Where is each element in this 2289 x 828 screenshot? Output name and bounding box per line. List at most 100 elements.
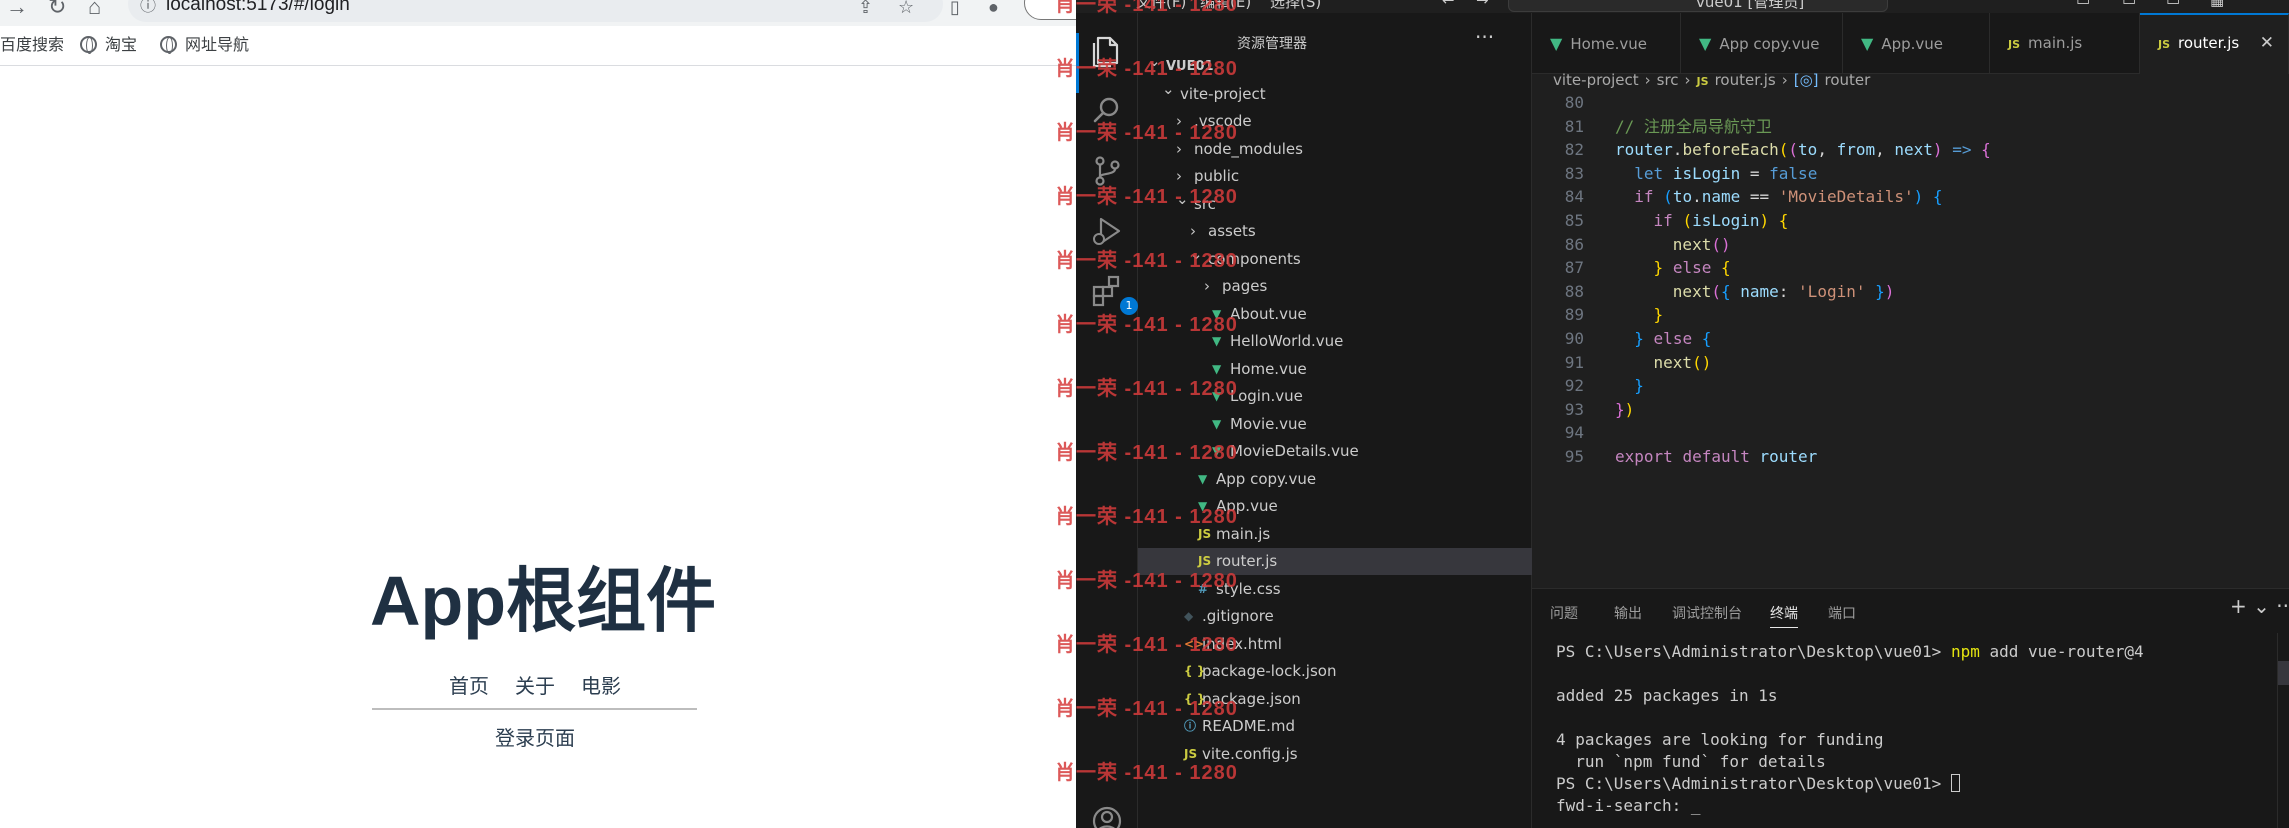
tree-item[interactable]: ▼ Home.vue xyxy=(1138,356,1532,383)
menu-selection[interactable]: 选择(S) xyxy=(1270,0,1321,12)
line-number: 90 xyxy=(1564,329,1584,348)
source-control-icon[interactable] xyxy=(1089,153,1125,189)
account-icon[interactable] xyxy=(1089,803,1125,828)
tree-item[interactable]: { } package.json xyxy=(1138,686,1532,713)
tree-item[interactable]: ⓘ README.md xyxy=(1138,713,1532,740)
code-line: 90 } else { xyxy=(1532,327,2289,351)
tree-item[interactable]: ▼ MovieDetails.vue xyxy=(1138,438,1532,465)
line-number: 88 xyxy=(1564,281,1584,301)
tree-item[interactable]: › public xyxy=(1138,163,1532,190)
tree-item[interactable]: { } package-lock.json xyxy=(1138,658,1532,685)
breadcrumb-folder[interactable]: vite-project xyxy=(1553,71,1639,89)
bookmark-nav[interactable]: 网址导航 xyxy=(160,35,249,57)
tree-item[interactable]: JS main.js xyxy=(1138,521,1532,548)
panel-tab-debug-console[interactable]: 调试控制台 xyxy=(1672,603,1742,623)
tree-item[interactable]: ▼ Login.vue xyxy=(1138,383,1532,410)
breadcrumb-symbol[interactable]: router xyxy=(1825,71,1871,89)
tree-item[interactable]: ◆ .gitignore xyxy=(1138,603,1532,630)
more-actions-icon[interactable]: ··· xyxy=(1475,25,1494,49)
tree-item-label: package.json xyxy=(1202,689,1301,708)
vue-file-icon: ▼ xyxy=(1699,34,1712,53)
tree-item[interactable]: JS router.js xyxy=(1138,548,1532,575)
tree-item[interactable]: ⌄ src xyxy=(1138,190,1532,218)
tree-item[interactable]: ▼ About.vue xyxy=(1138,301,1532,328)
reload-icon[interactable]: ↻ xyxy=(48,0,66,20)
extensions-badge: 1 xyxy=(1120,297,1138,315)
nav-back-icon[interactable]: ← xyxy=(1442,0,1455,9)
run-debug-icon[interactable] xyxy=(1089,213,1125,249)
tree-item[interactable]: ⌄ VUE01 xyxy=(1138,52,1532,80)
code-token: { xyxy=(1778,211,1789,230)
code-token: : xyxy=(1778,281,1799,301)
browser-window: → ↻ ⌂ ⓘ localhost:5173/#/login ⇪ ☆ ▯ ● 百… xyxy=(0,0,1076,828)
terminal-line: fwd-i-search: _ xyxy=(1556,796,1701,815)
nav-forward-icon[interactable]: → xyxy=(1476,0,1489,9)
search-icon[interactable] xyxy=(1089,92,1125,128)
nav-link-home[interactable]: 首页 xyxy=(449,676,489,698)
extension-button[interactable] xyxy=(1024,0,1076,20)
tab-app-copy-vue[interactable]: ▼ App copy.vue xyxy=(1681,13,1843,74)
bookmark-baidu[interactable]: 百度搜索 xyxy=(0,35,64,57)
panel-tab-output[interactable]: 输出 xyxy=(1614,603,1642,623)
sidebar-toggle-icon[interactable]: ▭ xyxy=(2166,0,2180,9)
code-editor[interactable]: 80 81 // 注册全局导航守卫 82 router.beforeEach((to, … xyxy=(1532,93,2289,588)
terminal-item-powershell[interactable]: powershell xyxy=(2278,661,2289,685)
share-icon[interactable]: ⇪ xyxy=(858,0,873,20)
extensions-icon[interactable]: 1 xyxy=(1089,273,1138,315)
tree-item[interactable]: › pages xyxy=(1138,273,1532,300)
tree-item[interactable]: › .vscode xyxy=(1138,108,1532,135)
panel-toggle-icon[interactable]: ▭ xyxy=(2122,0,2136,9)
tree-item[interactable]: ▼ App copy.vue xyxy=(1138,466,1532,493)
explorer-icon[interactable] xyxy=(1089,33,1125,69)
terminal-item-node[interactable]: node xyxy=(2278,637,2289,661)
sidepanel-icon[interactable]: ▯ xyxy=(950,0,960,20)
home-icon[interactable]: ⌂ xyxy=(88,0,101,20)
profile-icon[interactable]: ● xyxy=(988,0,999,20)
code-token: == xyxy=(1740,187,1779,207)
tab-router-js[interactable]: JS router.js ✕ xyxy=(2140,13,2289,74)
forward-icon[interactable]: → xyxy=(6,0,28,20)
close-icon[interactable]: ✕ xyxy=(2260,15,2274,72)
tree-item[interactable]: ▼ App.vue xyxy=(1138,493,1532,520)
new-terminal-button[interactable]: + ⌄ ··· xyxy=(2230,594,2289,618)
code-token: { xyxy=(1932,187,1943,207)
breadcrumb-file[interactable]: router.js xyxy=(1715,71,1776,89)
browser-toolbar: → ↻ ⌂ ⓘ localhost:5173/#/login ⇪ ☆ ▯ ● xyxy=(0,0,1076,26)
nav-link-movie[interactable]: 电影 xyxy=(581,676,621,698)
tab-app-vue[interactable]: ▼ App.vue xyxy=(1843,13,1990,74)
code-token: () xyxy=(1692,352,1712,372)
tree-item-label: vite.config.js xyxy=(1202,744,1298,763)
tree-item-label: App.vue xyxy=(1216,497,1278,515)
bookmark-star-icon[interactable]: ☆ xyxy=(898,0,914,20)
tree-item[interactable]: ⌄ vite-project xyxy=(1138,80,1532,108)
terminal[interactable]: PS C:\Users\Administrator\Desktop\vue01>… xyxy=(1532,633,2262,828)
breadcrumb-src[interactable]: src xyxy=(1657,71,1679,89)
panel-tab-terminal[interactable]: 终端 xyxy=(1770,603,1798,628)
menu-edit[interactable]: 编辑(E) xyxy=(1200,0,1251,12)
site-info-icon[interactable]: ⓘ xyxy=(140,0,156,20)
customize-layout-icon[interactable]: ▦ xyxy=(2210,0,2224,9)
chevron-right-icon: › xyxy=(1176,139,1182,158)
tree-item[interactable]: › node_modules xyxy=(1138,136,1532,163)
tree-item[interactable]: JS vite.config.js xyxy=(1138,741,1532,768)
bookmark-taobao[interactable]: 淘宝 xyxy=(80,35,137,57)
tree-item[interactable]: <> index.html xyxy=(1138,631,1532,658)
tree-item[interactable]: # style.css xyxy=(1138,576,1532,603)
tab-main-js[interactable]: JS main.js xyxy=(1990,13,2140,74)
layout-toggle-icon[interactable]: ▭ xyxy=(2076,0,2090,9)
code-line: 94 xyxy=(1532,421,2289,445)
line-number: 80 xyxy=(1564,93,1584,112)
menu-file[interactable]: 文件(F) xyxy=(1136,0,1186,12)
nav-link-about[interactable]: 关于 xyxy=(515,676,555,698)
address-bar-url[interactable]: localhost:5173/#/login xyxy=(166,0,350,16)
panel-tab-ports[interactable]: 端口 xyxy=(1828,603,1856,623)
tab-home-vue[interactable]: ▼ Home.vue xyxy=(1532,13,1681,74)
vue-file-icon: ▼ xyxy=(1212,416,1222,431)
tree-item[interactable]: ▼ HelloWorld.vue xyxy=(1138,328,1532,355)
tree-item-label: App copy.vue xyxy=(1216,469,1317,488)
tree-item[interactable]: ⌄ components xyxy=(1138,245,1532,273)
tree-item[interactable]: ▼ Movie.vue xyxy=(1138,411,1532,438)
js-file-icon: JS xyxy=(2008,38,2021,51)
panel-tab-problems[interactable]: 问题 xyxy=(1550,603,1578,623)
